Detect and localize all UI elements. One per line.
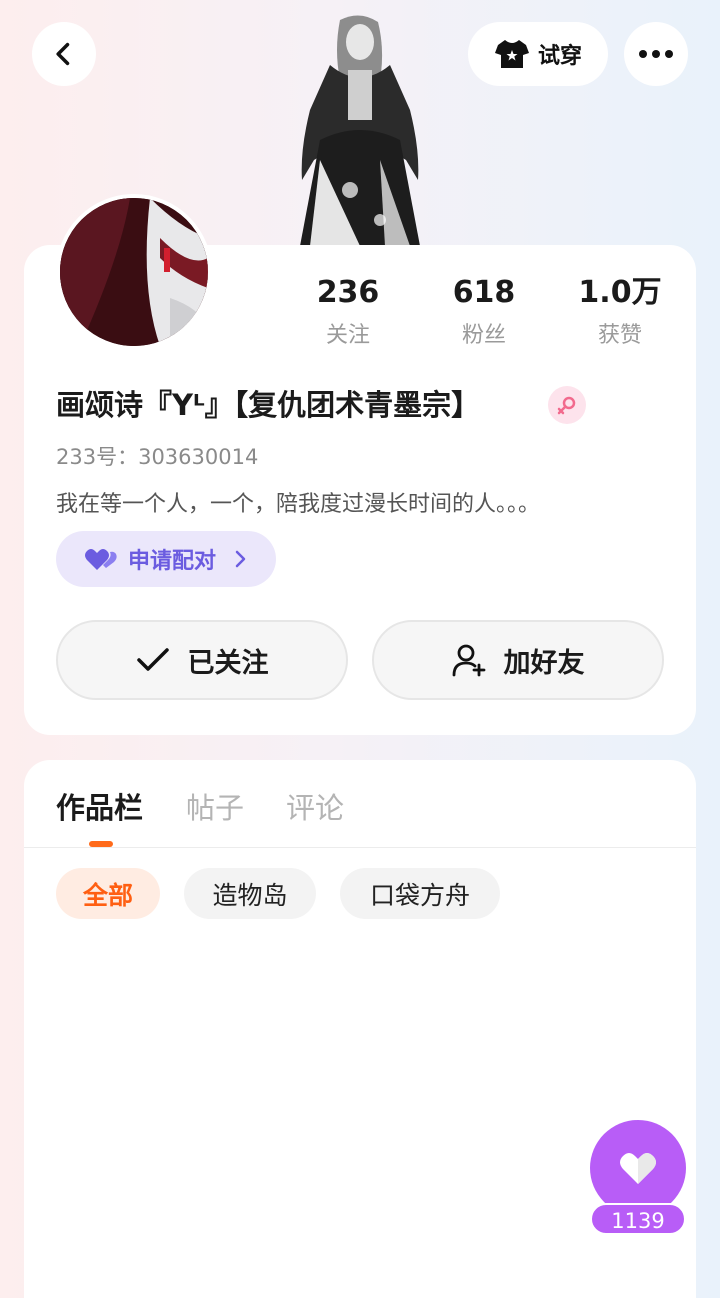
stat-followers-value: 618 [452, 275, 516, 310]
ellipsis-icon [639, 50, 673, 58]
filter-creation-island[interactable]: 造物岛 [184, 868, 316, 919]
avatar[interactable] [56, 194, 212, 350]
stat-following[interactable]: 236 关注 [288, 275, 408, 349]
stat-likes-value: 1.0万 [578, 275, 662, 310]
apply-pair-label: 申请配对 [128, 549, 217, 574]
stat-following-value: 236 [316, 275, 380, 310]
followed-label: 已关注 [187, 647, 269, 679]
filter-pocket-ark[interactable]: 口袋方舟 [340, 868, 500, 919]
like-count: 1139 [590, 1203, 686, 1235]
add-friend-label: 加好友 [503, 647, 585, 679]
avatar-image [60, 198, 208, 346]
stat-followers-label: 粉丝 [461, 323, 506, 348]
tab-posts[interactable]: 帖子 [186, 785, 244, 827]
tshirt-icon [494, 40, 529, 68]
tab-works[interactable]: 作品栏 [56, 785, 143, 827]
user-id: 233号：303630014 [56, 445, 259, 469]
filter-all[interactable]: 全部 [56, 868, 160, 919]
avatar-3d-figure [300, 15, 420, 246]
double-heart-icon [85, 549, 117, 570]
back-button[interactable] [32, 22, 96, 86]
female-icon [557, 396, 576, 415]
like-button[interactable] [590, 1120, 686, 1216]
stat-likes[interactable]: 1.0万 获赞 [560, 275, 680, 349]
username: 画颂诗『Yᴸ』【复仇团术青墨宗】 [56, 388, 481, 422]
add-user-icon [452, 644, 485, 677]
heart-icon [620, 1153, 656, 1184]
apply-pair-button[interactable]: 申请配对 [56, 531, 276, 587]
stat-followers[interactable]: 618 粉丝 [424, 275, 544, 349]
check-icon [136, 648, 169, 671]
chevron-left-icon [56, 42, 70, 66]
try-on-button[interactable]: 试穿 [468, 22, 608, 86]
add-friend-button[interactable]: 加好友 [372, 620, 664, 700]
chevron-right-icon [235, 550, 246, 568]
try-on-label: 试穿 [537, 44, 582, 69]
female-gender-badge [548, 386, 586, 424]
stat-likes-label: 获赞 [597, 323, 642, 348]
tab-comments[interactable]: 评论 [286, 785, 344, 827]
more-options-button[interactable] [624, 22, 688, 86]
stat-following-label: 关注 [325, 323, 370, 348]
bio: 我在等一个人，一个，陪我度过漫长时间的人。。。 [56, 492, 541, 517]
tab-divider [24, 847, 696, 848]
followed-button[interactable]: 已关注 [56, 620, 348, 700]
